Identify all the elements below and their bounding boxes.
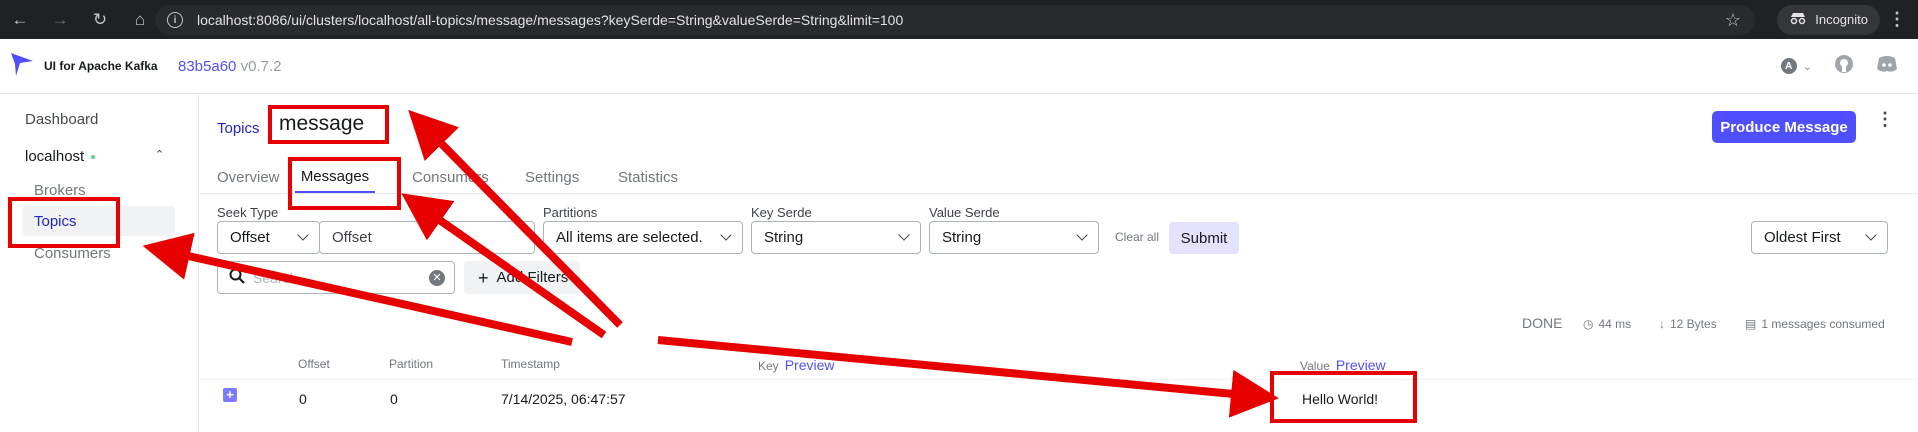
highlight-topic-name [268,105,389,144]
status-text: DONE [1522,315,1563,331]
key-serde-value: String [764,229,804,246]
seek-type-value: Offset [230,229,270,246]
url-host: localhost [197,12,253,28]
key-serde-select[interactable]: String [751,221,921,254]
url-text[interactable]: localhost:8086/ui/clusters/localhost/all… [197,12,903,28]
chevron-down-icon [1076,229,1088,241]
app-header: UI for Apache Kafka 83b5a60 v0.7.2 A ⌄ [0,39,1918,94]
version-text: v0.7.2 [240,57,282,75]
cell-offset: 0 [299,391,307,407]
back-icon[interactable]: ← [6,6,34,34]
offset-input[interactable]: Offset [319,221,535,254]
cell-partition: 0 [390,391,398,407]
site-info-icon[interactable]: i [167,12,183,28]
add-filters-label: Add Filters [496,269,569,286]
browser-toolbar: ← → ↻ ⌂ i localhost:8086/ui/clusters/loc… [0,0,1918,39]
column-header-key: Key [758,359,779,373]
offset-placeholder: Offset [332,229,372,246]
topic-tabs: Overview Messages Consumers Settings Sta… [200,161,1918,194]
partitions-value: All items are selected. [556,229,703,246]
messages-consumed: 1 messages consumed [1761,317,1885,331]
clear-search-icon[interactable]: ✕ [429,270,445,286]
sidebar: Dashboard localhost ⌃ Brokers Topics Con… [0,95,199,432]
chevron-down-icon [297,229,309,241]
clock-icon: ◷ [1583,317,1594,331]
cell-timestamp: 7/14/2025, 06:47:57 [501,391,626,407]
key-serde-label: Key Serde [751,205,812,220]
chevron-down-icon [898,229,910,241]
sidebar-cluster-localhost[interactable]: localhost [25,148,96,165]
incognito-label: Incognito [1815,12,1868,27]
column-header-partition: Partition [389,357,434,371]
avatar: A [1780,58,1797,74]
chevron-down-icon [1865,229,1877,241]
commit-link[interactable]: 83b5a60 [178,58,236,75]
tab-overview[interactable]: Overview [217,161,280,193]
value-serde-value: String [942,229,982,246]
highlight-message-value [1270,371,1417,423]
document-icon: ▤ [1745,317,1757,331]
arrow-down-icon: ↓ [1659,317,1665,331]
chevron-up-icon[interactable]: ⌃ [155,148,164,161]
app-title: UI for Apache Kafka [44,59,158,73]
tab-statistics[interactable]: Statistics [618,161,678,193]
highlight-messages-tab [288,157,401,210]
cluster-status-dot [91,155,96,160]
value-serde-label: Value Serde [929,205,1000,220]
user-menu[interactable]: A ⌄ [1780,58,1812,74]
sort-order-select[interactable]: Oldest First [1751,221,1888,254]
clear-all-link[interactable]: Clear all [1115,230,1159,244]
column-header-offset: Offset [298,357,330,371]
chevron-down-icon: ⌄ [1802,60,1812,73]
breadcrumb-topics[interactable]: Topics [217,120,260,137]
expand-row-icon[interactable]: + [223,388,237,402]
sort-order-value: Oldest First [1764,229,1841,246]
produce-message-button[interactable]: Produce Message [1712,111,1856,143]
bytes-consumed: 12 Bytes [1670,317,1717,331]
discord-icon[interactable] [1876,55,1898,78]
table-divider [200,379,1918,380]
kafka-logo-icon [10,51,34,82]
column-header-timestamp: Timestamp [501,357,560,371]
cluster-name: localhost [25,148,85,165]
seek-type-select[interactable]: Offset [217,221,320,254]
browser-menu-icon[interactable]: ⋮ [1888,9,1906,30]
submit-button[interactable]: Submit [1169,222,1239,254]
url-path: :8086/ui/clusters/localhost/all-topics/m… [252,12,904,28]
chevron-down-icon [720,229,732,241]
version-info: 83b5a60 v0.7.2 [178,58,281,75]
incognito-icon [1789,11,1807,28]
app-logo[interactable]: UI for Apache Kafka [10,51,158,82]
main-content: Topics message Produce Message ⋮ Overvie… [200,95,1918,432]
sidebar-item-dashboard[interactable]: Dashboard [25,111,98,128]
key-preview-link[interactable]: Preview [785,357,835,373]
value-serde-select[interactable]: String [929,221,1099,254]
partitions-select[interactable]: All items are selected. [543,221,743,254]
tab-settings[interactable]: Settings [525,161,579,193]
github-icon[interactable] [1834,54,1854,79]
forward-icon[interactable]: → [46,6,74,34]
search-icon [229,268,245,289]
tab-consumers[interactable]: Consumers [412,161,489,193]
highlight-topics-sidebar [8,197,120,248]
add-filters-button[interactable]: + Add Filters [464,261,580,294]
more-options-icon[interactable]: ⋮ [1876,110,1894,128]
partitions-label: Partitions [543,205,598,220]
elapsed-time: 44 ms [1598,317,1632,331]
search-placeholder: Search [253,270,298,286]
address-bar[interactable]: i localhost:8086/ui/clusters/localhost/a… [155,5,1755,35]
bookmark-star-icon[interactable]: ☆ [1725,10,1741,31]
plus-icon: + [478,267,489,288]
incognito-badge[interactable]: Incognito [1777,4,1880,35]
home-icon[interactable]: ⌂ [126,6,154,34]
seek-type-label: Seek Type [217,205,279,220]
reload-icon[interactable]: ↻ [86,6,114,34]
search-field[interactable]: Search ✕ [217,261,455,294]
